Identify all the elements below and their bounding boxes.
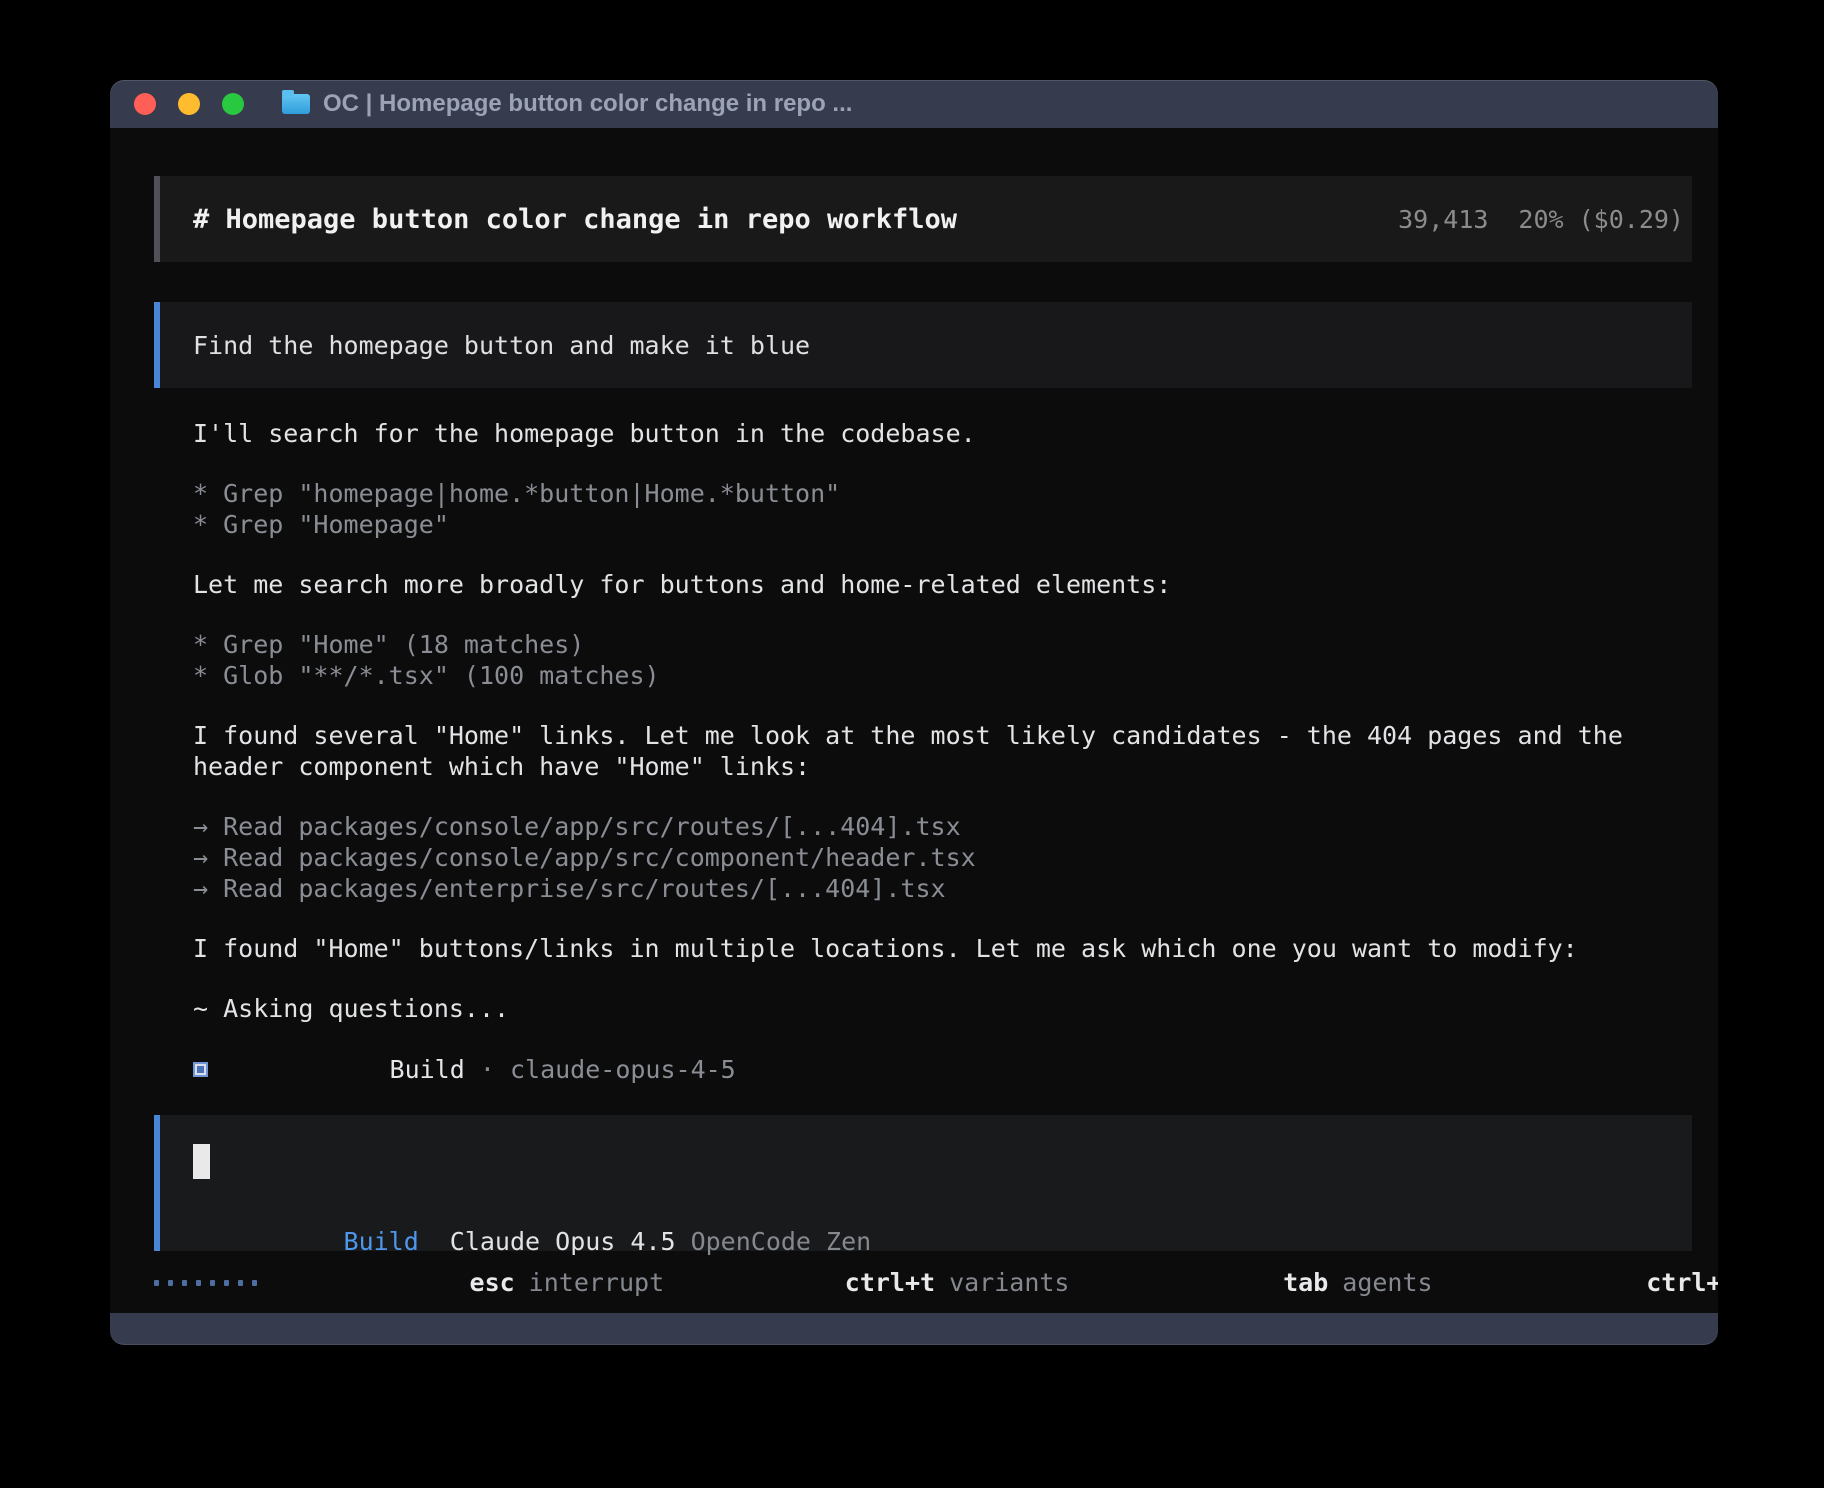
- folder-icon: [282, 94, 310, 114]
- terminal-window: OC | Homepage button color change in rep…: [110, 80, 1718, 1345]
- user-message: Find the homepage button and make it blu…: [154, 302, 1692, 388]
- agent-name: Build: [390, 1055, 465, 1084]
- interrupt-hint: escinterrupt: [319, 1239, 664, 1313]
- assistant-text-line: I'll search for the homepage button in t…: [193, 418, 1692, 449]
- zoom-button[interactable]: [222, 93, 244, 115]
- tool-call-block: → Read packages/console/app/src/routes/[…: [193, 811, 1692, 904]
- agent-icon: [193, 1062, 208, 1077]
- assistant-text-line: I found several "Home" links. Let me loo…: [193, 720, 1692, 751]
- tab-key: tab: [1283, 1268, 1328, 1297]
- tool-call-block: * Grep "homepage|home.*button|Home.*butt…: [193, 478, 1692, 540]
- variants-hint: ctrl+tvariants: [664, 1239, 1069, 1313]
- tool-call-line: * Grep "Homepage": [193, 509, 1692, 540]
- tool-call-line: → Read packages/console/app/src/componen…: [193, 842, 1692, 873]
- assistant-text-block: Let me search more broadly for buttons a…: [193, 569, 1692, 600]
- tool-call-block: * Grep "Home" (18 matches) * Glob "**/*.…: [193, 629, 1692, 691]
- prompt-input[interactable]: BuildClaude Opus 4.5OpenCode Zen: [154, 1115, 1692, 1251]
- assistant-status-line: ~ Asking questions...: [193, 993, 1692, 1024]
- esc-key: esc: [470, 1268, 515, 1297]
- tool-call-line: * Glob "**/*.tsx" (100 matches): [193, 660, 1692, 691]
- tool-call-line: * Grep "homepage|home.*button|Home.*butt…: [193, 478, 1692, 509]
- tool-call-line: → Read packages/enterprise/src/routes/[.…: [193, 873, 1692, 904]
- titlebar[interactable]: OC | Homepage button color change in rep…: [110, 80, 1718, 128]
- session-header: # Homepage button color change in repo w…: [154, 176, 1692, 262]
- agents-hint: tabagents: [1103, 1239, 1433, 1313]
- close-button[interactable]: [134, 93, 156, 115]
- agent-status-row: Build · claude-opus-4-5: [154, 1053, 1692, 1085]
- ctrl-p-key: ctrl+p: [1646, 1268, 1718, 1297]
- transcript: I'll search for the homepage button in t…: [154, 418, 1692, 1024]
- tool-call-line: → Read packages/console/app/src/routes/[…: [193, 811, 1692, 842]
- agent-separator: ·: [480, 1055, 495, 1084]
- context-cost: 20% ($0.29): [1518, 205, 1684, 234]
- terminal-content: # Homepage button color change in repo w…: [110, 128, 1718, 1313]
- session-title: # Homepage button color change in repo w…: [193, 204, 957, 235]
- assistant-status-block: ~ Asking questions...: [193, 993, 1692, 1024]
- assistant-text-line: Let me search more broadly for buttons a…: [193, 569, 1692, 600]
- token-count: 39,413: [1398, 205, 1488, 234]
- status-bar: escinterrupt ctrl+tvariants tabagents ct…: [154, 1267, 1692, 1298]
- model-name: claude-opus-4-5: [510, 1055, 736, 1084]
- window-title: OC | Homepage button color change in rep…: [323, 90, 852, 118]
- tool-call-line: * Grep "Home" (18 matches): [193, 629, 1692, 660]
- user-message-text: Find the homepage button and make it blu…: [193, 331, 810, 360]
- text-cursor: [193, 1144, 210, 1179]
- ctrl-t-key: ctrl+t: [845, 1268, 935, 1297]
- assistant-text-line: header component which have "Home" links…: [193, 751, 1692, 782]
- assistant-text-block: I'll search for the homepage button in t…: [193, 418, 1692, 449]
- assistant-text-line: I found "Home" buttons/links in multiple…: [193, 933, 1692, 964]
- assistant-text-block: I found several "Home" links. Let me loo…: [193, 720, 1692, 782]
- commands-hint: ctrl+pcommands: [1466, 1239, 1718, 1313]
- spinner-dots: [154, 1280, 257, 1286]
- assistant-text-block: I found "Home" buttons/links in multiple…: [193, 933, 1692, 964]
- minimize-button[interactable]: [178, 93, 200, 115]
- session-stats: 39,413 20% ($0.29): [1248, 176, 1684, 263]
